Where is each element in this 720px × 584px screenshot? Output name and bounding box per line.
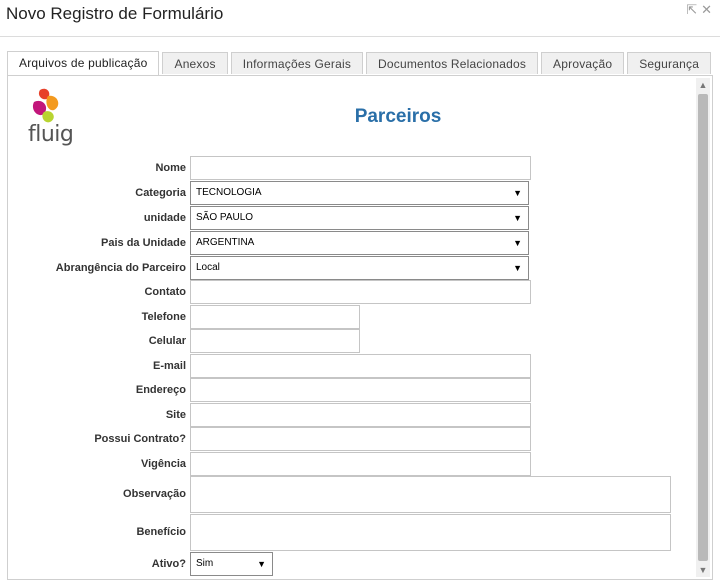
label-endereco: Endereço [135,384,186,396]
form-panel: fluig Parceiros Nome Categoria TECNOLOGI… [7,75,713,580]
abrangencia-value: Local [196,262,220,273]
label-unidade: unidade [143,212,186,224]
label-contrato: Possui Contrato? [94,433,186,445]
tab-anexos[interactable]: Anexos [162,52,228,74]
label-nome: Nome [155,162,186,174]
nome-input[interactable] [190,156,531,180]
abrangencia-select[interactable]: Local ▼ [190,256,529,280]
label-pais: Pais da Unidade [101,237,186,249]
label-ativo: Ativo? [151,558,186,570]
label-email: E-mail [152,360,186,372]
contato-input[interactable] [190,280,531,304]
chevron-down-icon: ▼ [513,263,522,273]
chevron-down-icon: ▼ [513,238,522,248]
scroll-down-icon[interactable]: ▼ [696,563,710,577]
ativo-select[interactable]: Sim ▼ [190,552,273,576]
form-title: Parceiros [354,106,442,127]
beneficio-textarea[interactable] [190,514,671,551]
tab-informacoes-gerais[interactable]: Informações Gerais [230,52,364,74]
logo-text: fluig [28,122,74,147]
endereco-input[interactable] [190,378,531,402]
label-vigencia: Vigência [140,458,186,470]
scroll-up-icon[interactable]: ▲ [696,78,710,92]
label-observacao: Observação [123,488,186,500]
pais-select[interactable]: ARGENTINA ▼ [190,231,529,255]
categoria-value: TECNOLOGIA [196,187,262,198]
popout-icon[interactable]: ⇱ [686,2,697,18]
title-divider [0,36,720,37]
pais-value: ARGENTINA [196,237,255,248]
chevron-down-icon: ▼ [257,559,266,569]
label-contato: Contato [144,286,186,298]
unidade-value: SÃO PAULO [196,212,254,223]
ativo-value: Sim [196,558,214,569]
tab-arquivos-publicacao[interactable]: Arquivos de publicação [7,51,160,75]
contrato-input[interactable] [190,427,531,451]
tab-aprovacao[interactable]: Aprovação [541,52,625,74]
telefone-input[interactable] [190,305,360,329]
chevron-down-icon: ▼ [513,213,522,223]
label-abrangencia: Abrangência do Parceiro [55,262,186,274]
unidade-select[interactable]: SÃO PAULO ▼ [190,206,529,230]
label-site: Site [165,409,186,421]
site-input[interactable] [190,403,531,427]
vigencia-input[interactable] [190,452,531,476]
vertical-scrollbar[interactable]: ▲ ▼ [696,78,710,577]
tab-seguranca[interactable]: Segurança [627,52,712,74]
label-categoria: Categoria [135,187,186,199]
observacao-textarea[interactable] [190,476,671,513]
window-controls: ⇱ ✕ [686,2,712,18]
scroll-thumb[interactable] [698,94,708,561]
celular-input[interactable] [190,329,360,353]
tab-documentos-relacionados[interactable]: Documentos Relacionados [366,52,539,74]
close-icon[interactable]: ✕ [701,2,712,18]
label-celular: Celular [148,335,186,347]
window-title: Novo Registro de Formulário [6,4,224,23]
tab-bar: Arquivos de publicação Anexos Informaçõe… [7,51,714,75]
label-beneficio: Benefício [136,526,186,538]
label-telefone: Telefone [141,311,186,323]
email-input[interactable] [190,354,531,378]
chevron-down-icon: ▼ [513,188,522,198]
categoria-select[interactable]: TECNOLOGIA ▼ [190,181,529,205]
